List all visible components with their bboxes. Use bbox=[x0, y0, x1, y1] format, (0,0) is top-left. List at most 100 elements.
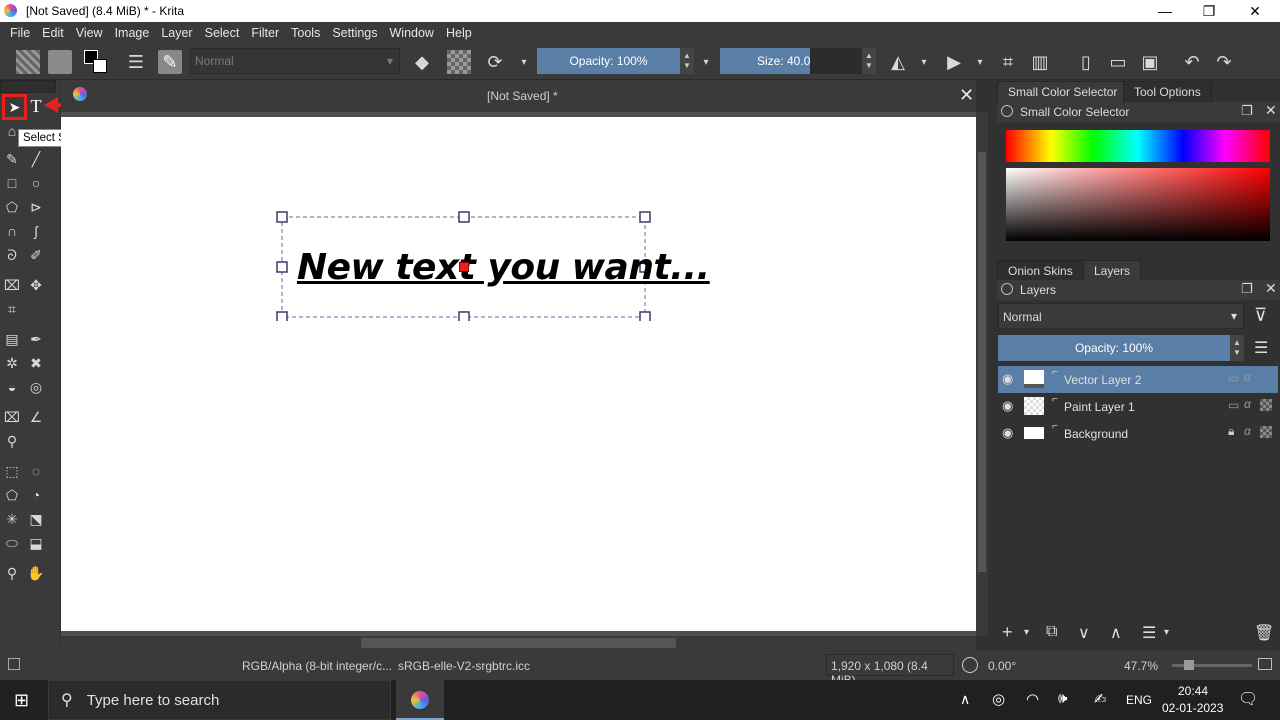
layer-menu-icon[interactable]: ☰ bbox=[1254, 338, 1268, 358]
close-docker-icon[interactable]: ✕ bbox=[1265, 280, 1277, 297]
similar-color-selection-tool-icon[interactable]: ⬔ bbox=[25, 508, 47, 530]
brush-preset-icon[interactable]: ✎ bbox=[158, 50, 182, 74]
tab-onion-skins[interactable]: Onion Skins bbox=[997, 260, 1084, 282]
gradient-tool-icon[interactable]: ▤ bbox=[1, 328, 23, 350]
size-slider-track[interactable] bbox=[810, 48, 862, 74]
layer-name[interactable]: Vector Layer 2 bbox=[1064, 373, 1141, 387]
minimize-button[interactable]: — bbox=[1142, 0, 1188, 22]
filter-icon[interactable]: ⊽ bbox=[1254, 305, 1267, 326]
close-docker-icon[interactable]: ✕ bbox=[1265, 102, 1277, 119]
transform-tool-icon[interactable]: ⌧ bbox=[1, 274, 23, 296]
rectangle-tool-icon[interactable]: □ bbox=[1, 172, 23, 194]
eye-icon[interactable]: ◉ bbox=[1002, 398, 1013, 414]
layer-blend-mode-select[interactable]: Normal ▾ bbox=[998, 303, 1244, 329]
freehand-selection-tool-icon[interactable]: ◔ bbox=[25, 484, 47, 506]
fill-tool-icon[interactable]: ◒ bbox=[1, 376, 23, 398]
move-tool-icon[interactable]: ✥ bbox=[25, 274, 47, 296]
notification-icon[interactable]: 🗨︎ bbox=[1238, 689, 1258, 709]
elliptical-selection-tool-icon[interactable]: ◌ bbox=[25, 460, 47, 482]
menu-image[interactable]: Image bbox=[109, 26, 156, 40]
mirror-horizontal-icon[interactable]: ◭ bbox=[886, 50, 910, 74]
menu-tools[interactable]: Tools bbox=[285, 26, 326, 40]
color-picker-tool-icon[interactable]: ✒ bbox=[25, 328, 47, 350]
chevron-up-icon[interactable]: ∧ bbox=[960, 691, 970, 708]
move-layer-down-icon[interactable]: ∨ bbox=[1078, 623, 1090, 643]
add-layer-icon[interactable]: + bbox=[1002, 622, 1013, 643]
layer-name[interactable]: Background bbox=[1064, 427, 1128, 441]
lock-icon[interactable]: ▭ bbox=[1228, 371, 1239, 385]
layer-row[interactable]: ◉ ⌐ Vector Layer 2 ▭ α bbox=[998, 366, 1278, 393]
move-layer-up-icon[interactable]: ∧ bbox=[1110, 623, 1122, 643]
brush-settings-icon[interactable]: ☰ bbox=[124, 50, 148, 74]
blend-mode-select[interactable]: Normal ▾ bbox=[190, 48, 400, 74]
network-icon[interactable]: ◠ bbox=[1026, 690, 1039, 708]
horizontal-scrollbar[interactable] bbox=[61, 636, 976, 650]
freehand-path-tool-icon[interactable]: ʃ bbox=[25, 220, 47, 242]
lock-icon[interactable]: 🔒︎ bbox=[1228, 424, 1234, 439]
rectangular-selection-tool-icon[interactable]: ⬚ bbox=[1, 460, 23, 482]
pen-icon[interactable]: ✍︎ bbox=[1094, 690, 1107, 708]
alpha-lock-icon[interactable] bbox=[1260, 426, 1272, 438]
wrap-around-icon[interactable]: ▥ bbox=[1028, 50, 1052, 74]
polyline-tool-icon[interactable]: ⊳ bbox=[25, 196, 47, 218]
gradient-preset-icon[interactable] bbox=[16, 50, 40, 74]
opacity-slider[interactable]: Opacity: 100% bbox=[537, 48, 680, 74]
menu-view[interactable]: View bbox=[70, 26, 109, 40]
eraser-icon[interactable]: ◆ bbox=[410, 50, 434, 74]
document-tab-title[interactable]: [Not Saved] * bbox=[487, 89, 558, 103]
lock-docker-icon[interactable] bbox=[1001, 283, 1013, 295]
polygonal-selection-tool-icon[interactable]: ⬠ bbox=[1, 484, 23, 506]
lock-docker-icon[interactable] bbox=[1001, 105, 1013, 117]
color-swatch-icon[interactable] bbox=[84, 50, 108, 74]
open-folder-icon[interactable]: ▭ bbox=[1106, 50, 1130, 74]
assistant-tool-icon[interactable]: ⌧ bbox=[1, 406, 23, 428]
line-tool-icon[interactable]: ╱ bbox=[25, 148, 47, 170]
close-document-icon[interactable]: ✕ bbox=[959, 85, 974, 106]
lock-icon[interactable]: ▭ bbox=[1228, 398, 1239, 412]
meet-now-icon[interactable]: ◎ bbox=[992, 690, 1005, 708]
layer-name[interactable]: Paint Layer 1 bbox=[1064, 400, 1135, 414]
shape-center-handle[interactable] bbox=[459, 262, 469, 272]
chevron-down-icon[interactable]: ▾ bbox=[912, 50, 936, 74]
alpha-inherit-icon[interactable]: α bbox=[1244, 424, 1251, 438]
taskbar-search-box[interactable]: ⚲ Type here to search bbox=[48, 680, 391, 720]
vertical-scroll-thumb[interactable] bbox=[978, 152, 986, 572]
clock-time[interactable]: 20:44 bbox=[1178, 684, 1208, 698]
contiguous-selection-tool-icon[interactable]: ✳ bbox=[1, 508, 23, 530]
size-spinner[interactable]: ▲ ▼ bbox=[862, 48, 876, 74]
chevron-down-icon[interactable]: ▾ bbox=[1024, 627, 1029, 638]
windows-start-icon[interactable]: ⊞ bbox=[14, 690, 29, 711]
layer-opacity-slider[interactable]: Opacity: 100% bbox=[998, 335, 1230, 361]
layer-opacity-spinner[interactable]: ▲ ▼ bbox=[1230, 335, 1244, 361]
float-docker-icon[interactable]: ❐ bbox=[1241, 103, 1253, 119]
tab-tool-options[interactable]: Tool Options bbox=[1123, 81, 1212, 103]
colorize-mask-tool-icon[interactable]: ✲ bbox=[1, 352, 23, 374]
ellipse-tool-icon[interactable]: ○ bbox=[25, 172, 47, 194]
brush-tool-icon[interactable]: ✎ bbox=[1, 148, 23, 170]
enclose-fill-tool-icon[interactable]: ◎ bbox=[25, 376, 47, 398]
reload-preset-icon[interactable]: ⟳ bbox=[483, 50, 507, 74]
canvas[interactable]: New text you want... bbox=[61, 117, 976, 631]
mirror-vertical-icon[interactable]: ▶ bbox=[942, 50, 966, 74]
pattern-preset-icon[interactable] bbox=[48, 50, 72, 74]
vertical-scrollbar[interactable] bbox=[976, 112, 988, 636]
multibrush-tool-icon[interactable]: ✐ bbox=[25, 244, 47, 266]
undo-icon[interactable]: ↶ bbox=[1180, 50, 1204, 74]
duplicate-layer-icon[interactable]: ⧉ bbox=[1046, 623, 1057, 641]
clock-date[interactable]: 02-01-2023 bbox=[1162, 701, 1223, 715]
chevron-down-icon[interactable]: ▾ bbox=[1164, 627, 1169, 638]
image-dimensions-label[interactable]: 1,920 x 1,080 (8.4 MiB) bbox=[826, 654, 954, 687]
chevron-down-icon[interactable]: ▾ bbox=[968, 50, 992, 74]
alpha-inherit-icon[interactable]: α bbox=[1244, 397, 1251, 411]
new-document-icon[interactable]: ▯ bbox=[1074, 50, 1098, 74]
pan-tool-icon[interactable]: ✋ bbox=[25, 562, 47, 584]
rotation-value[interactable]: 0.00° bbox=[988, 659, 1016, 673]
size-slider[interactable]: Size: 40.00 px bbox=[720, 48, 833, 74]
rotation-icon[interactable] bbox=[962, 657, 978, 673]
alpha-lock-icon[interactable] bbox=[1260, 399, 1272, 411]
menu-settings[interactable]: Settings bbox=[326, 26, 383, 40]
redo-icon[interactable]: ↷ bbox=[1212, 50, 1236, 74]
zoom-tool-icon[interactable]: ⚲ bbox=[1, 562, 23, 584]
volume-icon[interactable]: 🕪︎ bbox=[1058, 690, 1067, 707]
dynamic-brush-tool-icon[interactable]: ᘐ bbox=[1, 244, 23, 266]
